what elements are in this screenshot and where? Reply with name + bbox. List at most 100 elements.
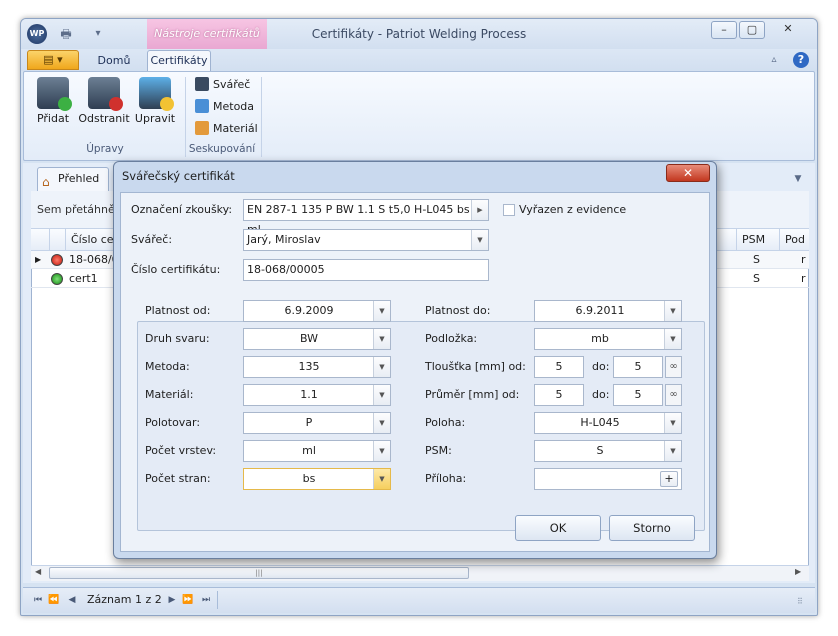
psm-label: PSM: [425, 444, 452, 457]
chevron-down-icon[interactable]: ▼ [664, 441, 681, 461]
record-counter: Záznam 1 z 2 [87, 593, 162, 606]
poloha-select[interactable]: H-L045 ▼ [534, 412, 682, 434]
material-button-label: Materiál [213, 122, 258, 135]
prumer-do-field[interactable]: 5 [613, 384, 663, 406]
edit-button[interactable]: Upravit [133, 75, 177, 137]
add-button-label: Přidat [36, 112, 70, 125]
pocet-stran-select[interactable]: bs ▼ [243, 468, 391, 490]
oznaceni-field[interactable]: EN 287-1 135 P BW 1.1 S t5,0 H-L045 bs m… [243, 199, 489, 236]
polotovar-value: P [305, 416, 313, 429]
podlozka-value: mb [591, 332, 609, 345]
prev-page-icon[interactable]: ⏪ [47, 593, 61, 607]
edit-button-label: Upravit [134, 112, 176, 125]
dialog-close-button[interactable]: ✕ [666, 164, 710, 182]
scroll-right-icon[interactable]: ▶ [795, 567, 801, 576]
add-button[interactable]: Přidat [31, 75, 75, 137]
grid-header-psm[interactable]: PSM [736, 229, 776, 251]
oznaceni-label: Označení zkoušky: [131, 203, 233, 216]
next-record-icon[interactable]: ▶ [165, 593, 179, 607]
close-window-button[interactable]: ✕ [767, 21, 809, 39]
chevron-down-icon[interactable]: ▼ [373, 469, 390, 489]
svarec-select[interactable]: Jarý, Miroslav ▼ [243, 229, 489, 251]
home-icon: ⌂ [42, 175, 50, 189]
chevron-down-icon[interactable]: ▼ [664, 329, 681, 349]
oznaceni-arrow-icon[interactable]: ▶ [471, 200, 488, 220]
psm-value: S [596, 444, 604, 457]
group-by-method-button[interactable]: Metoda [195, 97, 254, 117]
tloustka-do-value: 5 [634, 360, 642, 373]
material-select[interactable]: 1.1 ▼ [243, 384, 391, 406]
chevron-down-icon[interactable]: ▼ [664, 301, 681, 321]
first-record-icon[interactable]: ⏮ [31, 593, 45, 607]
platnost-od-label: Platnost od: [145, 304, 211, 317]
chevron-down-icon[interactable]: ▼ [373, 329, 390, 349]
vyrazen-label: Vyřazen z evidence [519, 203, 627, 216]
priloha-field[interactable]: + [534, 468, 682, 490]
app-logo-icon[interactable]: WP [27, 24, 47, 44]
polotovar-select[interactable]: P ▼ [243, 412, 391, 434]
podlozka-select[interactable]: mb ▼ [534, 328, 682, 350]
chevron-down-icon[interactable]: ▼ [373, 357, 390, 377]
scroll-left-icon[interactable]: ◀ [35, 567, 41, 576]
druh-svaru-label: Druh svaru: [145, 332, 210, 345]
dialog-body: Označení zkoušky: EN 287-1 135 P BW 1.1 … [120, 192, 710, 552]
tab-prehled[interactable]: ⌂ Přehled [37, 167, 109, 191]
next-page-icon[interactable]: ⏩ [181, 593, 195, 607]
method-icon [195, 99, 209, 113]
resize-grip-icon[interactable]: ⠿ [797, 597, 803, 606]
oznaceni-value: EN 287-1 135 P BW 1.1 S t5,0 H-L045 bs m… [247, 203, 470, 236]
infinity-icon[interactable]: ∞ [665, 356, 682, 378]
pocet-vrstev-select[interactable]: ml ▼ [243, 440, 391, 462]
chevron-down-icon[interactable]: ▼ [373, 413, 390, 433]
minimize-button[interactable]: – [711, 21, 737, 39]
tab-list-chevron-icon[interactable]: ▼ [791, 169, 805, 189]
prumer-od-value: 5 [555, 388, 563, 401]
infinity-icon[interactable]: ∞ [665, 384, 682, 406]
prumer-od-field[interactable]: 5 [534, 384, 584, 406]
cell-pod: r [801, 272, 806, 285]
druh-svaru-select[interactable]: BW ▼ [243, 328, 391, 350]
pocet-stran-value: bs [302, 472, 316, 485]
group-label-seskupovani: Seskupování [188, 143, 256, 155]
pocet-vrstev-value: ml [302, 444, 316, 457]
add-attachment-button[interactable]: + [660, 471, 678, 487]
psm-select[interactable]: S ▼ [534, 440, 682, 462]
grid-header-pod[interactable]: Pod [779, 229, 809, 251]
group-label-upravy: Úpravy [86, 143, 124, 155]
chevron-down-icon[interactable]: ▼ [373, 301, 390, 321]
tab-domu[interactable]: Domů [89, 51, 139, 71]
chevron-down-icon[interactable]: ▼ [373, 441, 390, 461]
ok-button[interactable]: OK [515, 515, 601, 541]
title-bar [21, 19, 817, 49]
tloustka-od-value: 5 [555, 360, 563, 373]
vyrazen-checkbox[interactable] [503, 204, 515, 216]
metoda-select[interactable]: 135 ▼ [243, 356, 391, 378]
remove-button[interactable]: Odstranit [77, 75, 131, 137]
prev-record-icon[interactable]: ◀ [65, 593, 79, 607]
cislo-field[interactable]: 18-068/00005 [243, 259, 489, 281]
chevron-down-icon[interactable]: ▼ [373, 385, 390, 405]
help-icon[interactable]: ? [793, 52, 809, 68]
group-by-material-button[interactable]: Materiál [195, 119, 258, 139]
ribbon-collapse-icon[interactable]: ▵ [767, 52, 781, 68]
row-selected-arrow-icon: ▶ [35, 255, 42, 264]
chevron-down-icon[interactable]: ▼ [471, 230, 488, 250]
tloustka-do-field[interactable]: 5 [613, 356, 663, 378]
tloustka-od-field[interactable]: 5 [534, 356, 584, 378]
last-record-icon[interactable]: ⏭ [199, 593, 213, 607]
platnost-do-label: Platnost do: [425, 304, 491, 317]
maximize-button[interactable]: ▢ [739, 21, 765, 39]
cell-psm: S [753, 253, 760, 266]
platnost-od-field[interactable]: 6.9.2009 ▼ [243, 300, 391, 322]
group-by-welder-button[interactable]: Svářeč [195, 75, 250, 95]
scrollbar-thumb[interactable]: ||| [49, 567, 469, 579]
print-icon[interactable]: 🖶 [57, 26, 75, 42]
quick-access-dropdown-icon[interactable]: ▾ [91, 26, 105, 42]
file-menu-button[interactable]: ▤ ▾ [27, 50, 79, 70]
tab-certifikaty[interactable]: Certifikáty [147, 50, 211, 72]
statusbar-divider [217, 591, 218, 609]
platnost-do-field[interactable]: 6.9.2011 ▼ [534, 300, 682, 322]
chevron-down-icon[interactable]: ▼ [664, 413, 681, 433]
storno-button[interactable]: Storno [609, 515, 695, 541]
remove-certificate-icon [88, 77, 123, 111]
